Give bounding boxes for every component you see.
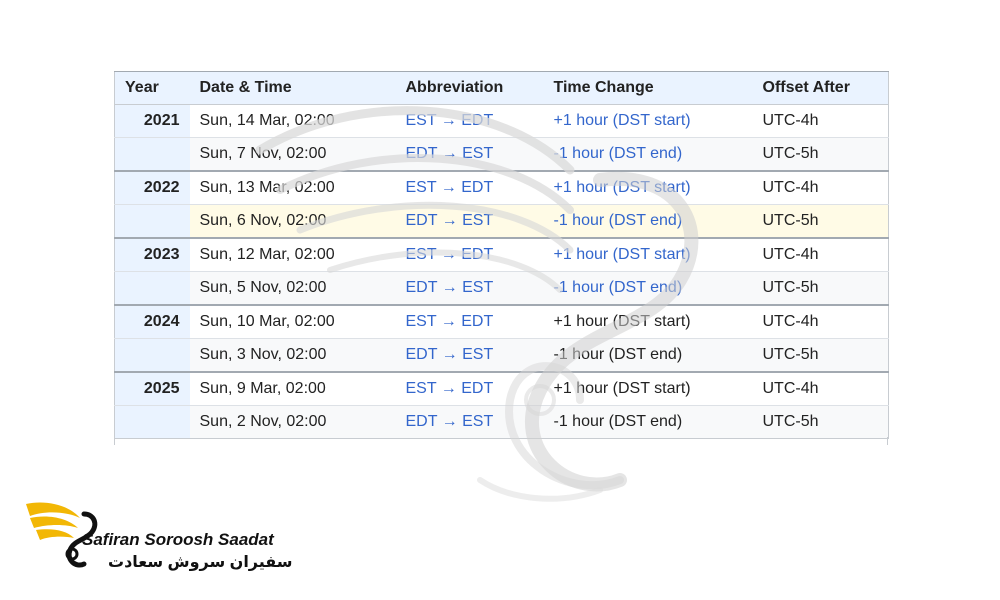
date-cell: Sun, 10 Mar, 02:00 (189, 305, 396, 339)
table-row: 2024 Sun, 10 Mar, 02:00 EST → EDT +1 hou… (114, 305, 889, 339)
date-cell: Sun, 14 Mar, 02:00 (189, 104, 396, 138)
date-cell: Sun, 12 Mar, 02:00 (189, 238, 396, 272)
year-cell (114, 271, 190, 306)
abbreviation-link[interactable]: EDT → EST (395, 338, 544, 373)
year-cell: 2023 (114, 238, 190, 272)
header-abbreviation: Abbreviation (395, 71, 544, 105)
header-date-time: Date & Time (189, 71, 396, 105)
date-cell: Sun, 7 Nov, 02:00 (189, 137, 396, 172)
year-cell: 2022 (114, 171, 190, 205)
time-change-cell: +1 hour (DST start) (543, 372, 753, 406)
brand-name-persian: سفیران سروش سعادت (108, 554, 293, 571)
abbreviation-link[interactable]: EDT → EST (395, 405, 544, 439)
abbreviation-link[interactable]: EDT → EST (395, 271, 544, 306)
page: Year Date & Time Abbreviation Time Chang… (0, 0, 1000, 600)
abbreviation-link[interactable]: EDT → EST (395, 137, 544, 172)
table-border-stub (887, 437, 888, 445)
abbreviation-link[interactable]: EST → EDT (395, 238, 544, 272)
offset-cell: UTC-4h (752, 238, 889, 272)
header-year: Year (114, 71, 190, 105)
year-cell (114, 338, 190, 373)
table-row: Sun, 3 Nov, 02:00 EDT → EST -1 hour (DST… (114, 338, 889, 373)
date-cell: Sun, 6 Nov, 02:00 (189, 204, 396, 239)
time-change-link[interactable]: +1 hour (DST start) (543, 238, 753, 272)
brand-name-english: Safiran Soroosh Saadat (82, 530, 274, 549)
year-cell: 2025 (114, 372, 190, 406)
abbreviation-link[interactable]: EDT → EST (395, 204, 544, 239)
offset-cell: UTC-4h (752, 104, 889, 138)
time-change-link[interactable]: +1 hour (DST start) (543, 104, 753, 138)
abbreviation-link[interactable]: EST → EDT (395, 171, 544, 205)
year-cell: 2024 (114, 305, 190, 339)
table-header-row: Year Date & Time Abbreviation Time Chang… (114, 71, 889, 105)
date-cell: Sun, 2 Nov, 02:00 (189, 405, 396, 439)
brand-logo[interactable]: Safiran Soroosh Saadat سفیران سروش سعادت (22, 496, 302, 586)
year-cell (114, 405, 190, 439)
offset-cell: UTC-5h (752, 204, 889, 239)
header-time-change: Time Change (543, 71, 753, 105)
time-change-cell: -1 hour (DST end) (543, 405, 753, 439)
dst-schedule-table: Year Date & Time Abbreviation Time Chang… (114, 71, 889, 439)
date-cell: Sun, 9 Mar, 02:00 (189, 372, 396, 406)
offset-cell: UTC-4h (752, 171, 889, 205)
offset-cell: UTC-5h (752, 338, 889, 373)
abbreviation-link[interactable]: EST → EDT (395, 305, 544, 339)
offset-cell: UTC-4h (752, 372, 889, 406)
year-cell: 2021 (114, 104, 190, 138)
table-row: Sun, 2 Nov, 02:00 EDT → EST -1 hour (DST… (114, 405, 889, 439)
date-cell: Sun, 3 Nov, 02:00 (189, 338, 396, 373)
table-row: 2023 Sun, 12 Mar, 02:00 EST → EDT +1 hou… (114, 238, 889, 272)
offset-cell: UTC-5h (752, 137, 889, 172)
time-change-link[interactable]: -1 hour (DST end) (543, 204, 753, 239)
offset-cell: UTC-5h (752, 405, 889, 439)
time-change-link[interactable]: +1 hour (DST start) (543, 171, 753, 205)
time-change-cell: +1 hour (DST start) (543, 305, 753, 339)
table-row: 2025 Sun, 9 Mar, 02:00 EST → EDT +1 hour… (114, 372, 889, 406)
time-change-link[interactable]: -1 hour (DST end) (543, 137, 753, 172)
table-row: Sun, 6 Nov, 02:00 EDT → EST -1 hour (DST… (114, 204, 889, 239)
year-cell (114, 204, 190, 239)
time-change-link[interactable]: -1 hour (DST end) (543, 271, 753, 306)
table-row: 2022 Sun, 13 Mar, 02:00 EST → EDT +1 hou… (114, 171, 889, 205)
header-offset-after: Offset After (752, 71, 889, 105)
date-cell: Sun, 13 Mar, 02:00 (189, 171, 396, 205)
year-cell (114, 137, 190, 172)
offset-cell: UTC-4h (752, 305, 889, 339)
table-row: Sun, 7 Nov, 02:00 EDT → EST -1 hour (DST… (114, 137, 889, 172)
time-change-cell: -1 hour (DST end) (543, 338, 753, 373)
table-border-stub (114, 437, 115, 445)
table-row: 2021 Sun, 14 Mar, 02:00 EST → EDT +1 hou… (114, 104, 889, 138)
table-row: Sun, 5 Nov, 02:00 EDT → EST -1 hour (DST… (114, 271, 889, 306)
abbreviation-link[interactable]: EST → EDT (395, 372, 544, 406)
date-cell: Sun, 5 Nov, 02:00 (189, 271, 396, 306)
abbreviation-link[interactable]: EST → EDT (395, 104, 544, 138)
offset-cell: UTC-5h (752, 271, 889, 306)
